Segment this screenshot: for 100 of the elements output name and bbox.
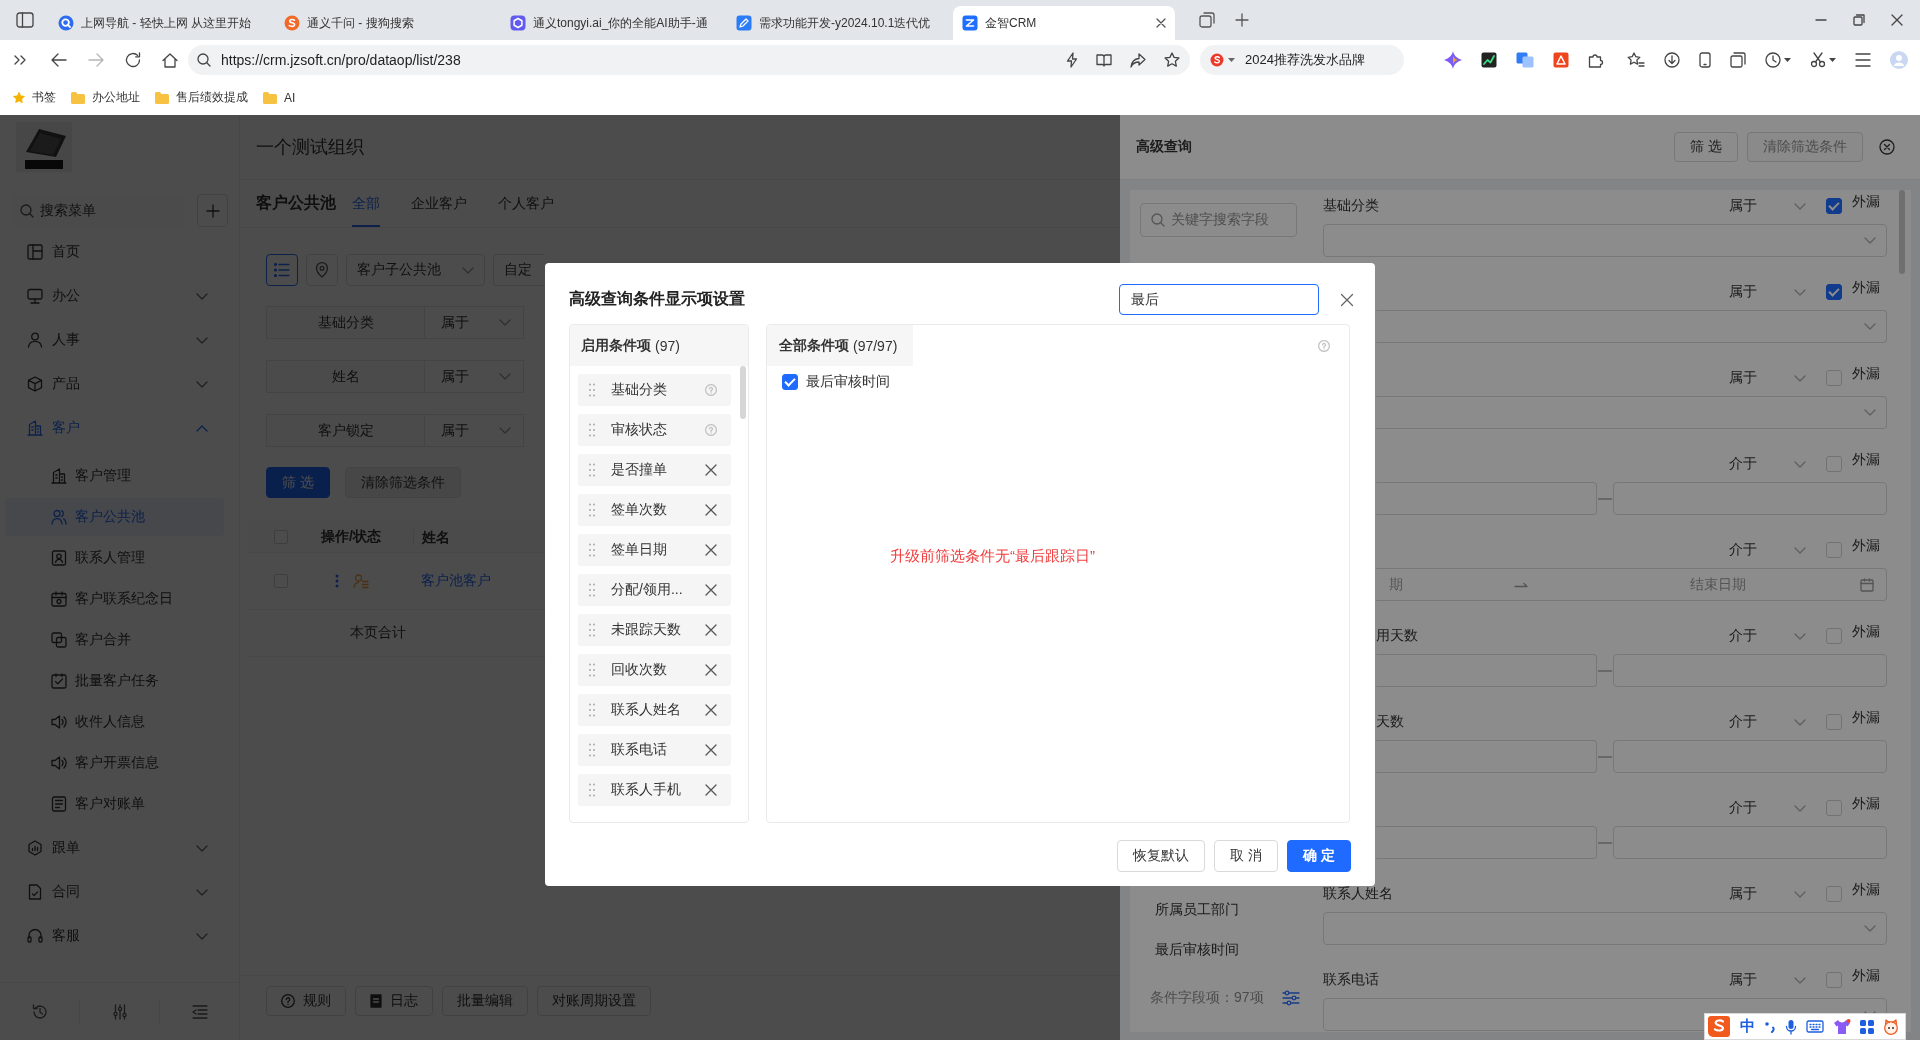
drag-handle-icon[interactable] xyxy=(589,663,595,677)
number-field[interactable] xyxy=(1376,740,1597,773)
restore-icon[interactable] xyxy=(1853,14,1865,26)
shirt-icon[interactable] xyxy=(1833,1018,1851,1035)
field-list-item[interactable]: 最后审核时间 xyxy=(1140,930,1297,970)
bookmark[interactable]: AI xyxy=(262,90,296,105)
remove-icon[interactable] xyxy=(705,664,717,676)
mascot-icon[interactable] xyxy=(1883,1018,1899,1035)
drag-handle-icon[interactable] xyxy=(589,423,595,437)
browser-tab[interactable]: 上网导航 - 轻快上网 从这里开始 xyxy=(49,6,271,40)
double-chevron-icon[interactable] xyxy=(14,55,26,65)
phone-icon[interactable] xyxy=(1699,52,1711,68)
select-field[interactable] xyxy=(1376,310,1887,343)
number-field[interactable] xyxy=(1376,654,1597,687)
close-icon[interactable] xyxy=(1891,14,1903,26)
drag-handle-icon[interactable] xyxy=(589,623,595,637)
drag-handle-icon[interactable] xyxy=(589,383,595,397)
scrollbar-thumb[interactable] xyxy=(1899,190,1905,274)
book-icon[interactable] xyxy=(1096,53,1112,67)
select-field[interactable] xyxy=(1323,224,1887,257)
condition-item[interactable]: 是否撞单 xyxy=(578,454,731,486)
operator-select[interactable]: 属于 xyxy=(1723,885,1806,903)
remove-icon[interactable] xyxy=(705,704,717,716)
remove-icon[interactable] xyxy=(705,744,717,756)
remove-icon[interactable] xyxy=(705,624,717,636)
browser-tab[interactable]: 需求功能开发-y2024.10.1迭代优 xyxy=(727,6,949,40)
keyboard-icon[interactable] xyxy=(1806,1020,1824,1033)
condition-item[interactable]: 回收次数 xyxy=(578,654,731,686)
swirl-logo-icon[interactable] xyxy=(1707,1014,1731,1039)
number-field[interactable] xyxy=(1613,740,1887,773)
tabs-icon[interactable] xyxy=(1199,12,1215,28)
caret-icon[interactable] xyxy=(1784,58,1791,62)
operator-select[interactable]: 介于 xyxy=(1723,799,1806,817)
caret-icon[interactable] xyxy=(1829,58,1836,62)
chart-tile-icon[interactable] xyxy=(1481,52,1497,68)
minimize-icon[interactable] xyxy=(1815,19,1827,21)
condition-item[interactable]: 联系人姓名 xyxy=(578,694,731,726)
operator-select[interactable]: 介于 xyxy=(1723,541,1806,559)
puzzle-icon[interactable] xyxy=(1588,52,1604,68)
condition-item[interactable]: 联系人手机 xyxy=(578,774,731,806)
collapse-menu-icon[interactable] xyxy=(191,1004,208,1019)
number-field[interactable] xyxy=(1613,482,1887,515)
select-field[interactable] xyxy=(1323,912,1887,945)
bookmark[interactable]: 书签 xyxy=(12,89,56,106)
star-list-icon[interactable] xyxy=(1627,52,1645,68)
operator-select[interactable]: 属于 xyxy=(1723,971,1806,989)
back-arrow-icon[interactable] xyxy=(51,53,67,67)
reload-icon[interactable] xyxy=(125,52,141,68)
checkbox[interactable] xyxy=(782,374,798,390)
scrollbar-thumb[interactable] xyxy=(740,366,746,419)
sliders-icon[interactable] xyxy=(1281,990,1300,1006)
operator-select[interactable]: 介于 xyxy=(1723,627,1806,645)
menu-icon[interactable] xyxy=(1855,53,1871,67)
triangle-tile-icon[interactable] xyxy=(1553,52,1569,68)
filter-button[interactable]: 筛 选 xyxy=(1674,132,1738,162)
star-icon[interactable] xyxy=(1164,52,1180,68)
drag-handle-icon[interactable] xyxy=(589,503,595,517)
share-arrow-icon[interactable] xyxy=(1130,52,1146,68)
bookmark[interactable]: 办公地址 xyxy=(70,89,140,106)
condition-item[interactable]: 分配/领用... xyxy=(578,574,731,606)
condition-item[interactable]: 未跟踪天数 xyxy=(578,614,731,646)
microphone-icon[interactable] xyxy=(1785,1018,1797,1035)
bookmark[interactable]: 售后绩效提成 xyxy=(154,89,248,106)
operator-select[interactable]: 介于 xyxy=(1723,713,1806,731)
address-field[interactable]: https://crm.jzsoft.cn/pro/dataop/list/238 xyxy=(188,45,1190,75)
drag-handle-icon[interactable] xyxy=(589,543,595,557)
drag-handle-icon[interactable] xyxy=(589,703,595,717)
number-field[interactable] xyxy=(1613,826,1887,859)
condition-item[interactable]: 联系电话 xyxy=(578,734,731,766)
dialog-button[interactable]: 确 定 xyxy=(1287,840,1351,872)
dialog-button[interactable]: 恢复默认 xyxy=(1117,840,1206,872)
browser-tab[interactable]: 通义tongyi.ai_你的全能AI助手-通 xyxy=(501,6,723,40)
number-field[interactable] xyxy=(1613,654,1887,687)
drag-handle-icon[interactable] xyxy=(589,583,595,597)
sparkle-icon[interactable] xyxy=(1444,51,1462,69)
search-box[interactable]: 2024推荐洗发水品牌 xyxy=(1200,45,1404,75)
add-button[interactable] xyxy=(197,194,228,227)
remove-icon[interactable] xyxy=(705,544,717,556)
history-icon[interactable] xyxy=(31,1003,48,1020)
sliders-icon[interactable] xyxy=(112,1003,127,1020)
close-icon[interactable] xyxy=(1156,18,1166,28)
input-mode-toggle[interactable]: 中 xyxy=(1740,1017,1755,1036)
new-tab-icon[interactable] xyxy=(1235,13,1249,27)
operator-select[interactable]: 属于 xyxy=(1723,197,1806,215)
operator-select[interactable]: 介于 xyxy=(1723,455,1806,473)
search-input[interactable]: 最后 xyxy=(1119,284,1319,315)
view-toggle-button[interactable] xyxy=(266,254,298,286)
remove-icon[interactable] xyxy=(705,784,717,796)
clock-icon[interactable] xyxy=(1765,52,1781,68)
operator-select[interactable]: 属于 xyxy=(1723,369,1806,387)
condition-item[interactable]: 基础分类 xyxy=(578,374,731,406)
condition-option[interactable]: 最后审核时间 xyxy=(806,373,890,391)
field-list-item[interactable]: 所属员工部门 xyxy=(1140,890,1297,930)
remove-icon[interactable] xyxy=(705,464,717,476)
translate-icon[interactable] xyxy=(1516,52,1534,68)
operator-select[interactable]: 属于 xyxy=(1723,283,1806,301)
scissors-icon[interactable] xyxy=(1810,52,1826,68)
lightning-icon[interactable] xyxy=(1066,52,1078,68)
drag-handle-icon[interactable] xyxy=(589,463,595,477)
copy-icon[interactable] xyxy=(1730,52,1746,68)
